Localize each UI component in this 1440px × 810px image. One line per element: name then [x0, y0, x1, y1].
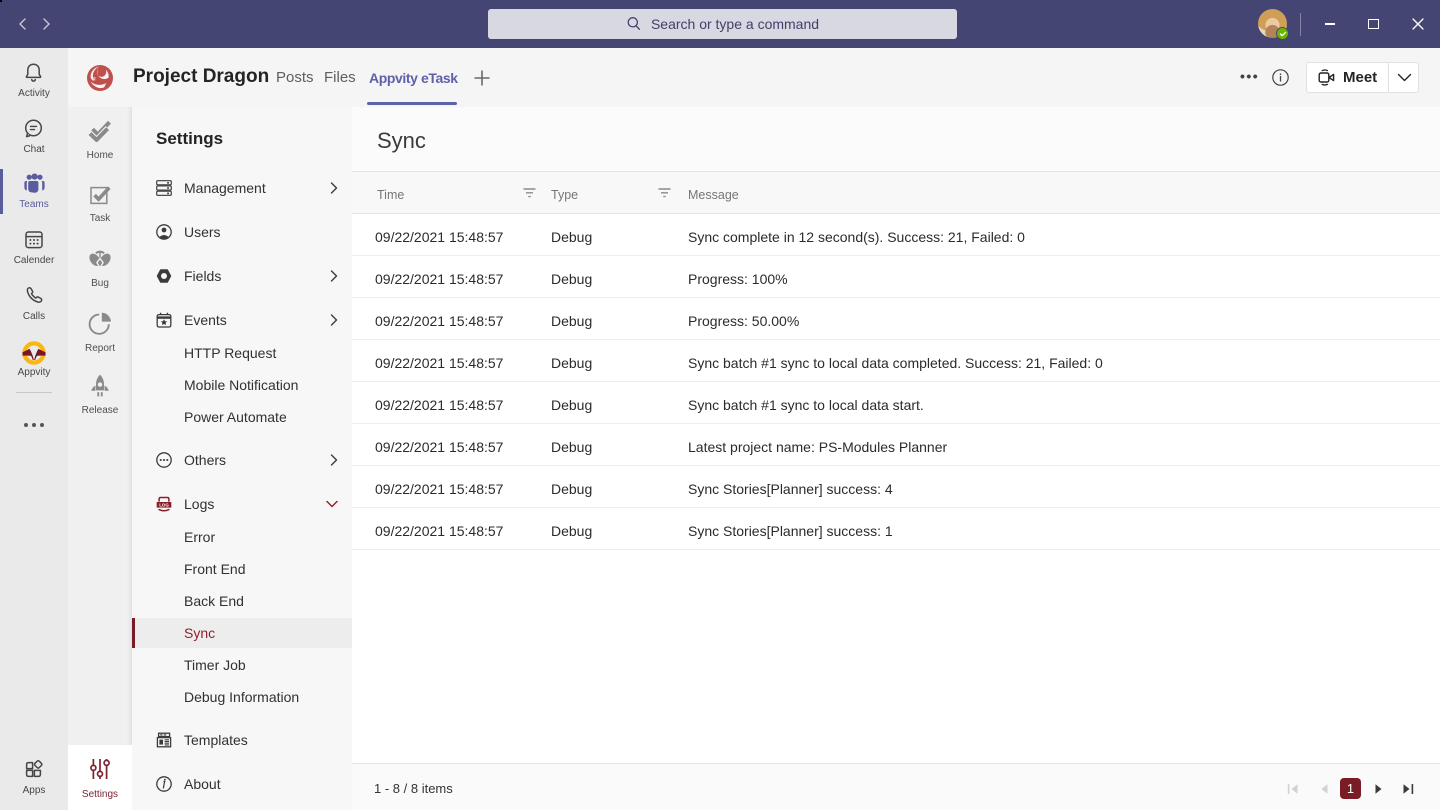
svg-text:LOG: LOG: [159, 502, 169, 507]
